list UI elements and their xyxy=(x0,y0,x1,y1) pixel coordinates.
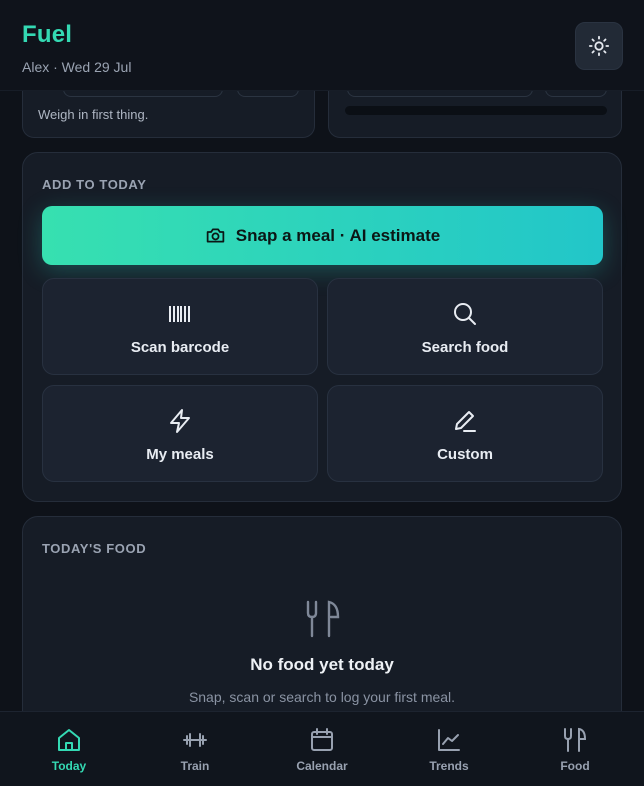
snap-meal-button[interactable]: Snap a meal · AI estimate xyxy=(42,206,603,265)
camera-icon xyxy=(206,228,225,243)
scan-barcode-label: Scan barcode xyxy=(130,339,230,356)
app-screen: Weigh in first thing. Fuel Alex · Wed 29… xyxy=(0,0,644,786)
nav-today-label: Today xyxy=(51,759,87,773)
barcode-icon xyxy=(169,306,190,322)
home-icon xyxy=(58,729,80,751)
custom-label: Custom xyxy=(437,446,493,463)
nav-calendar-label: Calendar xyxy=(296,759,348,773)
chart-icon xyxy=(438,729,460,751)
pencil-icon xyxy=(455,411,476,432)
weigh-in-hint: Weigh in first thing. xyxy=(38,107,149,122)
todays-food-title: TODAY'S FOOD xyxy=(42,541,147,556)
empty-state-subtitle: Snap, scan or search to log your first m… xyxy=(188,689,456,705)
dumbbell-icon xyxy=(183,733,207,747)
nav-trends-label: Trends xyxy=(429,759,469,773)
fork-knife-icon xyxy=(564,727,587,752)
app-title: Fuel xyxy=(22,21,73,48)
scan-barcode-tile[interactable]: Scan barcode xyxy=(42,278,318,375)
add-to-today-card: ADD TO TODAY Snap a meal · AI estimate S… xyxy=(22,152,622,502)
my-meals-label: My meals xyxy=(146,446,214,463)
nav-train[interactable]: Train xyxy=(131,712,259,786)
nav-food-label: Food xyxy=(560,759,590,773)
theme-toggle-button[interactable] xyxy=(575,22,623,70)
empty-state-title: No food yet today xyxy=(250,655,394,674)
calendar-icon xyxy=(311,728,333,751)
fork-knife-icon xyxy=(306,600,340,638)
sun-icon xyxy=(588,35,610,57)
my-meals-tile[interactable]: My meals xyxy=(42,385,318,482)
nav-food[interactable]: Food xyxy=(511,712,639,786)
search-icon xyxy=(454,303,476,325)
lightning-icon xyxy=(170,409,190,433)
nav-calendar[interactable]: Calendar xyxy=(258,712,386,786)
nav-today[interactable]: Today xyxy=(5,712,133,786)
nav-train-label: Train xyxy=(180,759,210,773)
nav-trends[interactable]: Trends xyxy=(385,712,513,786)
search-food-label: Search food xyxy=(421,339,509,356)
bottom-navigation: Today Train Calendar Trends Food xyxy=(0,711,644,786)
progress-bar xyxy=(345,106,607,115)
app-header: Fuel Alex · Wed 29 Jul xyxy=(0,0,644,91)
add-to-today-title: ADD TO TODAY xyxy=(42,177,147,192)
custom-tile[interactable]: Custom xyxy=(327,385,603,482)
user-date-subtitle: Alex · Wed 29 Jul xyxy=(22,59,132,75)
snap-meal-label: Snap a meal · AI estimate xyxy=(235,225,441,245)
search-food-tile[interactable]: Search food xyxy=(327,278,603,375)
